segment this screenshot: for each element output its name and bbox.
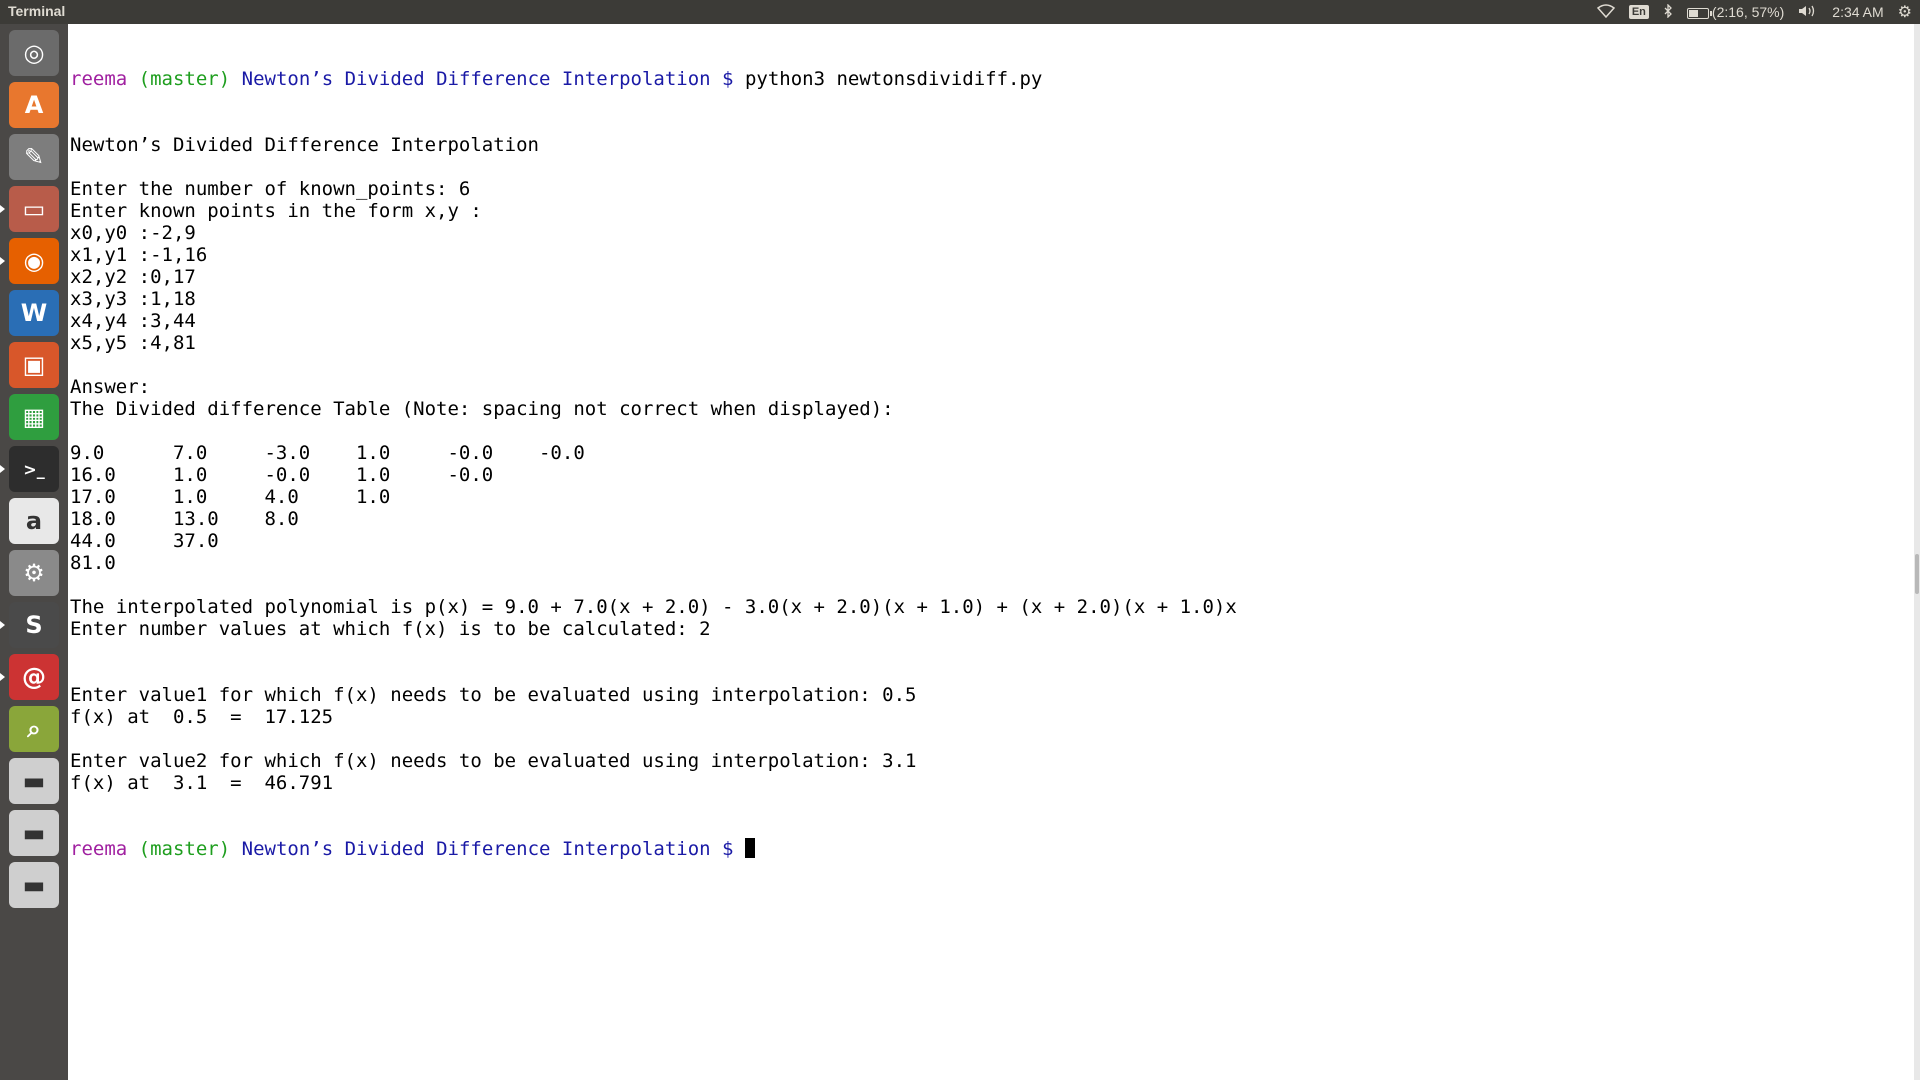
top-panel: Terminal En (2:16, 57%) 2:34 AM ⚙ bbox=[0, 0, 1920, 24]
firefox-icon: ◉ bbox=[23, 247, 45, 275]
launcher-item-firefox[interactable]: ◉ bbox=[9, 238, 59, 284]
active-prompt-line[interactable]: reema (master) Newton’s Divided Differen… bbox=[70, 838, 1900, 860]
running-indicator bbox=[0, 621, 5, 629]
file-cabinet-icon: ▭ bbox=[22, 195, 46, 223]
battery-indicator[interactable]: (2:16, 57%) bbox=[1686, 4, 1785, 20]
launcher-item-email-client[interactable]: @ bbox=[9, 654, 59, 700]
prompt-user: reema bbox=[70, 838, 128, 860]
output-line: The Divided difference Table (Note: spac… bbox=[70, 398, 894, 420]
prompt-line: reema (master) Newton’s Divided Differen… bbox=[70, 68, 1900, 90]
terminal-window[interactable]: reema (master) Newton’s Divided Differen… bbox=[70, 24, 1900, 1080]
launcher-item-libreoffice-calc[interactable]: ▦ bbox=[9, 394, 59, 440]
text-editor-icon: ✎ bbox=[23, 143, 45, 171]
prompt-path: Newton’s Divided Difference Interpolatio… bbox=[241, 838, 734, 860]
output-line: Enter known points in the form x,y : bbox=[70, 200, 482, 222]
shopping-bag-icon: A bbox=[24, 91, 44, 119]
keyboard-layout-indicator[interactable]: En bbox=[1628, 5, 1649, 19]
scrollbar[interactable] bbox=[1914, 24, 1920, 1080]
prompt-user: reema bbox=[70, 68, 128, 90]
battery-icon bbox=[1686, 7, 1712, 19]
output-line: 18.0 13.0 8.0 bbox=[70, 508, 299, 530]
output-line: Enter number values at which f(x) is to … bbox=[70, 618, 711, 640]
calc-icon: ▦ bbox=[22, 403, 46, 431]
battery-text: (2:16, 57%) bbox=[1711, 4, 1785, 20]
output-line: x5,y5 :4,81 bbox=[70, 332, 196, 354]
text-cursor bbox=[744, 838, 755, 858]
prompt-branch: (master) bbox=[138, 838, 231, 860]
running-indicator bbox=[0, 257, 5, 265]
ubuntu-logo-icon: ◎ bbox=[23, 39, 45, 67]
running-indicator bbox=[0, 465, 5, 473]
output-line: Enter value2 for which f(x) needs to be … bbox=[70, 750, 917, 772]
settings-wrench-icon: ⚙ bbox=[23, 559, 45, 587]
output-line: 44.0 37.0 bbox=[70, 530, 219, 552]
launcher-item-drive-2[interactable]: ▬ bbox=[9, 810, 59, 856]
launcher: ◎ A ✎ ▭ ◉ W ▣ ▦ >_a ⚙ S @ ⌕ ▬ ▬ ▬ bbox=[0, 24, 68, 1080]
launcher-item-libreoffice-impress[interactable]: ▣ bbox=[9, 342, 59, 388]
app-title: Terminal bbox=[8, 3, 66, 19]
output-line: 81.0 bbox=[70, 552, 116, 574]
image-magnifier-icon: ⌕ bbox=[27, 715, 41, 743]
output-line: x4,y4 :3,44 bbox=[70, 310, 196, 332]
bluetooth-icon[interactable] bbox=[1663, 2, 1673, 21]
volume-icon[interactable] bbox=[1798, 4, 1818, 21]
launcher-item-drive-1[interactable]: ▬ bbox=[9, 758, 59, 804]
launcher-item-files[interactable]: ▭ bbox=[9, 186, 59, 232]
amazon-icon: a bbox=[25, 507, 43, 535]
output-line: Newton’s Divided Difference Interpolatio… bbox=[70, 134, 539, 156]
output-line: x0,y0 :-2,9 bbox=[70, 222, 196, 244]
launcher-item-dash-home[interactable]: ◎ bbox=[9, 30, 59, 76]
output-line: The interpolated polynomial is p(x) = 9.… bbox=[70, 596, 1237, 618]
output-line: 17.0 1.0 4.0 1.0 bbox=[70, 486, 391, 508]
email-icon: @ bbox=[22, 663, 46, 691]
launcher-item-drive-3[interactable]: ▬ bbox=[9, 862, 59, 908]
launcher-item-sublime-text[interactable]: S bbox=[9, 602, 59, 648]
drive-icon: ▬ bbox=[22, 819, 46, 847]
output-line: x1,y1 :-1,16 bbox=[70, 244, 208, 266]
running-indicator bbox=[0, 673, 5, 681]
gear-icon[interactable]: ⚙ bbox=[1898, 2, 1912, 22]
scroll-thumb[interactable] bbox=[1915, 554, 1919, 594]
command-text: python3 newtonsdividiff.py bbox=[733, 68, 1043, 90]
output-line: 16.0 1.0 -0.0 1.0 -0.0 bbox=[70, 464, 494, 486]
sublime-text-icon: S bbox=[25, 611, 43, 639]
writer-icon: W bbox=[20, 299, 48, 327]
launcher-item-amazon[interactable]: a bbox=[9, 498, 59, 544]
impress-icon: ▣ bbox=[22, 351, 46, 379]
output-line: Enter the number of known_points: 6 bbox=[70, 178, 471, 200]
launcher-item-text-editor[interactable]: ✎ bbox=[9, 134, 59, 180]
output-lines: Newton’s Divided Difference Interpolatio… bbox=[70, 134, 1900, 794]
prompt-branch: (master) bbox=[138, 68, 231, 90]
output-line: f(x) at 0.5 = 17.125 bbox=[70, 706, 334, 728]
output-line: Answer: bbox=[70, 376, 151, 398]
output-line: f(x) at 3.1 = 46.791 bbox=[70, 772, 334, 794]
output-line: 9.0 7.0 -3.0 1.0 -0.0 -0.0 bbox=[70, 442, 585, 464]
clock[interactable]: 2:34 AM bbox=[1832, 4, 1883, 20]
drive-icon: ▬ bbox=[22, 767, 46, 795]
output-line: x2,y2 :0,17 bbox=[70, 266, 196, 288]
terminal-icon: >_ bbox=[23, 459, 45, 479]
terminal-output[interactable]: reema (master) Newton’s Divided Differen… bbox=[70, 24, 1900, 904]
running-indicator bbox=[0, 205, 5, 213]
launcher-item-software-center[interactable]: A bbox=[9, 82, 59, 128]
prompt-path: Newton’s Divided Difference Interpolatio… bbox=[241, 68, 734, 90]
launcher-item-libreoffice-writer[interactable]: W bbox=[9, 290, 59, 336]
drive-icon: ▬ bbox=[22, 871, 46, 899]
launcher-item-system-settings[interactable]: ⚙ bbox=[9, 550, 59, 596]
indicator-area: En (2:16, 57%) 2:34 AM ⚙ bbox=[1596, 0, 1912, 24]
wifi-icon[interactable] bbox=[1596, 3, 1615, 21]
output-line: x3,y3 :1,18 bbox=[70, 288, 196, 310]
launcher-item-terminal[interactable]: >_ bbox=[9, 446, 59, 492]
launcher-item-image-viewer[interactable]: ⌕ bbox=[9, 706, 59, 752]
output-line: Enter value1 for which f(x) needs to be … bbox=[70, 684, 917, 706]
